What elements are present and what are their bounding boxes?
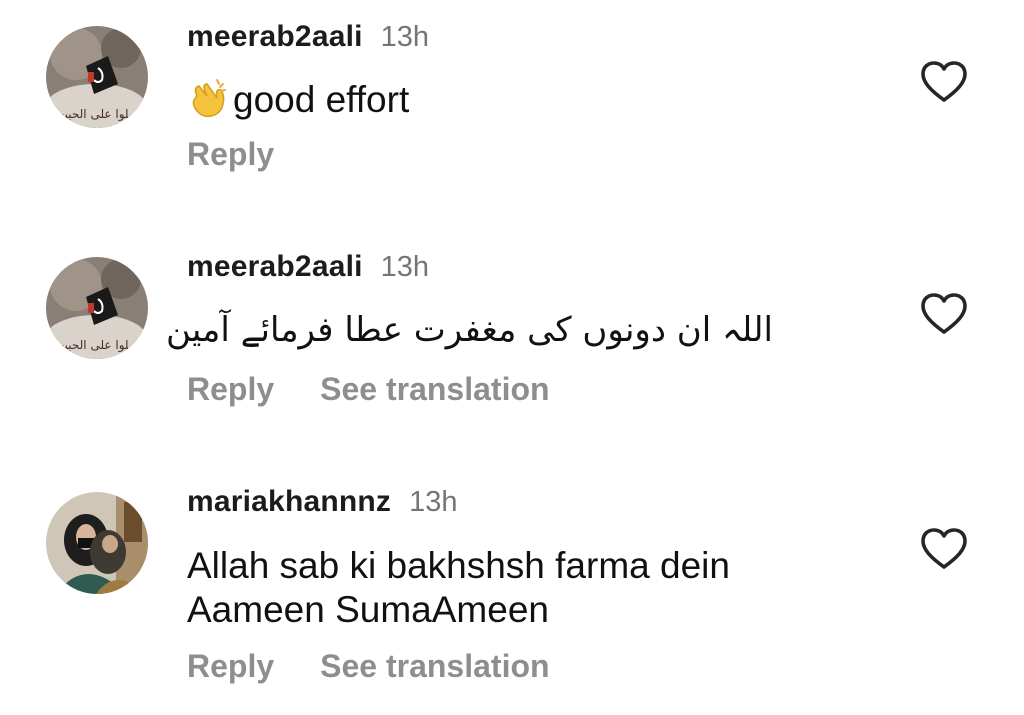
avatar[interactable]: صلوا على الحبيب	[46, 26, 148, 128]
avatar[interactable]	[46, 492, 148, 594]
comment-actions: Reply See translation	[187, 648, 550, 685]
comment-text-content: good effort	[233, 79, 410, 120]
timestamp: 13h	[380, 251, 430, 283]
comment-text: Allah sab ki bakhshsh farma dein Aameen …	[187, 544, 730, 632]
comment-text: good effort	[187, 76, 409, 128]
timestamp: 13h	[380, 21, 430, 53]
timestamp: 13h	[409, 486, 458, 518]
avatar-caption: صلوا على الحبيب	[53, 107, 139, 122]
avatar-image	[46, 492, 148, 594]
username[interactable]: meerab2aali	[187, 20, 363, 53]
clapping-hands-icon	[187, 76, 229, 128]
comment-header: mariakhannnz 13h	[187, 485, 458, 519]
avatar[interactable]: صلوا على الحبيب	[46, 257, 148, 359]
comment-text-line: Aameen SumaAmeen	[187, 589, 549, 630]
comment-item: صلوا على الحبيب meerab2aali 13h good effo…	[0, 0, 1024, 200]
reply-button[interactable]: Reply	[187, 648, 274, 685]
username[interactable]: meerab2aali	[187, 250, 363, 283]
heart-outline-icon[interactable]	[920, 292, 968, 336]
comment-text: اللہ ان دونوں کی مغفرت عطا فرمائے آمین	[165, 310, 773, 350]
comment-actions: Reply See translation	[187, 371, 550, 408]
reply-button[interactable]: Reply	[187, 371, 274, 408]
heart-outline-icon[interactable]	[920, 527, 968, 571]
avatar-image: صلوا على الحبيب	[46, 257, 148, 359]
comment-text-line: Allah sab ki bakhshsh farma dein	[187, 545, 730, 586]
avatar-caption: صلوا على الحبيب	[53, 338, 139, 353]
username[interactable]: mariakhannnz	[187, 485, 391, 518]
comment-item: صلوا على الحبيب meerab2aali 13h اللہ ان د…	[0, 230, 1024, 440]
see-translation-button[interactable]: See translation	[320, 648, 549, 685]
heart-outline-icon[interactable]	[920, 60, 968, 104]
avatar-image: صلوا على الحبيب	[46, 26, 148, 128]
see-translation-button[interactable]: See translation	[320, 371, 549, 408]
comment-header: meerab2aali 13h	[187, 250, 429, 284]
reply-button[interactable]: Reply	[187, 136, 274, 173]
comment-header: meerab2aali 13h	[187, 20, 429, 54]
comment-actions: Reply	[187, 136, 274, 173]
comment-item: mariakhannnz 13h Allah sab ki bakhshsh fa…	[0, 465, 1024, 715]
